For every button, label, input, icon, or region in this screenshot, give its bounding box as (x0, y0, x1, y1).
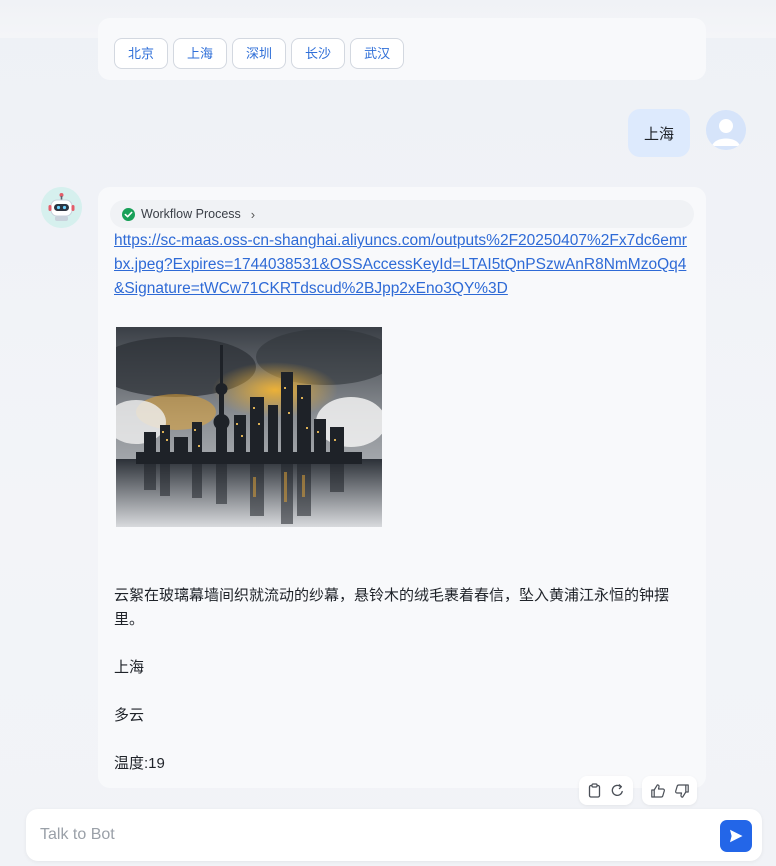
workflow-process-toggle[interactable]: Workflow Process › (110, 200, 694, 228)
chevron-right-icon: › (250, 206, 256, 222)
user-avatar-icon (706, 110, 746, 150)
shanghai-skyline-image (116, 327, 382, 527)
chat-input-bar (26, 809, 762, 861)
message-actions-left (579, 776, 633, 805)
city-chip-shanghai[interactable]: 上海 (173, 38, 228, 69)
like-button[interactable] (650, 782, 666, 800)
city-text: 上海 (114, 659, 145, 676)
message-actions-right (642, 776, 697, 805)
temperature-text: 温度:19 (114, 755, 165, 772)
city-chip-list: 北京 上海 深圳 长沙 武汉 (114, 38, 405, 69)
chat-input[interactable] (40, 821, 710, 849)
city-chip-changsha[interactable]: 长沙 (291, 38, 346, 69)
thumbs-down-icon (675, 783, 689, 798)
image-link[interactable]: https://sc-maas.oss-cn-shanghai.aliyuncs… (114, 229, 690, 301)
city-chip-beijing[interactable]: 北京 (114, 38, 169, 69)
regenerate-button[interactable] (610, 782, 625, 800)
generated-image (116, 327, 382, 527)
thumbs-up-icon (651, 783, 665, 798)
refresh-icon (611, 784, 623, 796)
copy-button[interactable] (587, 782, 602, 800)
workflow-process-label: Workflow Process (141, 207, 241, 221)
robot-icon (41, 187, 82, 228)
city-chip-shenzhen[interactable]: 深圳 (232, 38, 287, 69)
weather-text: 多云 (114, 707, 145, 724)
send-icon (730, 829, 743, 843)
city-chip-wuhan[interactable]: 武汉 (350, 38, 405, 69)
clipboard-icon (588, 783, 601, 798)
bot-avatar (41, 187, 82, 228)
poem-text: 云絮在玻璃幕墙间织就流动的纱幕，悬铃木的绒毛裹着春信，坠入黄浦江永恒的钟摆里。 (114, 587, 670, 628)
user-avatar (706, 110, 746, 150)
dislike-button[interactable] (674, 782, 690, 800)
send-button[interactable] (720, 820, 752, 852)
check-circle-icon (122, 207, 135, 221)
user-message-bubble: 上海 (628, 109, 690, 157)
user-message-text: 上海 (643, 125, 674, 143)
